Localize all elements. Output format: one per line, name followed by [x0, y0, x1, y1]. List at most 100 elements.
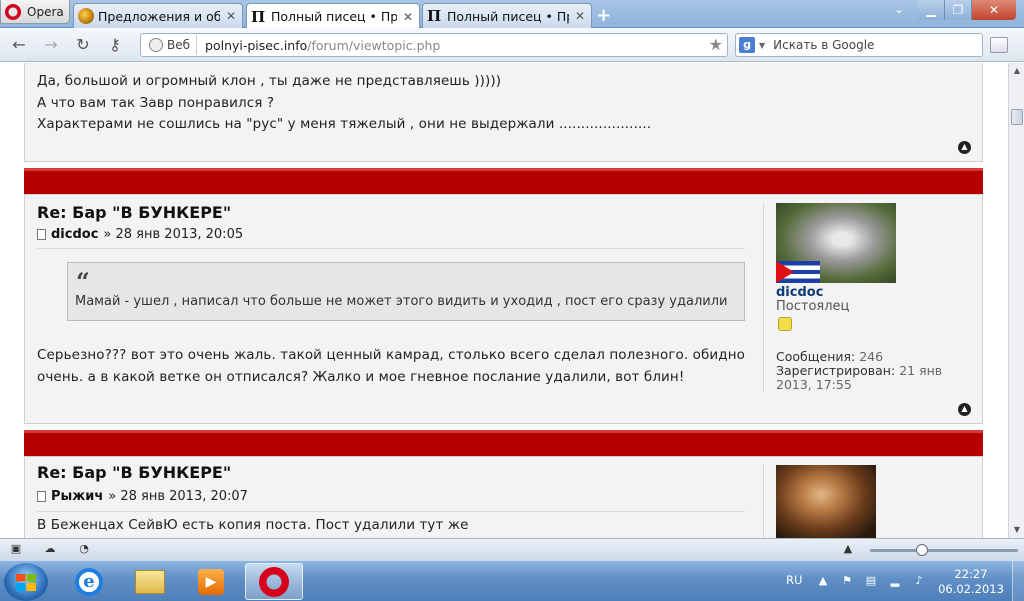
close-tab-icon[interactable]: ✕	[401, 10, 415, 24]
post-body: Да, большой и огромный клон , ты даже не…	[37, 71, 651, 136]
key-icon[interactable]: ⚷	[104, 35, 126, 55]
reload-icon[interactable]: ↻	[72, 35, 94, 55]
clock-date: 06.02.2013	[938, 582, 1004, 596]
quote-icon: “	[76, 267, 90, 296]
search-field[interactable]: g ▼ Искать в Google	[735, 33, 983, 57]
tray-expand-icon[interactable]: ▲	[816, 574, 830, 588]
profile-registered-cont: 2013, 17:55	[776, 378, 852, 392]
close-tab-icon[interactable]: ✕	[573, 9, 587, 23]
post-icon[interactable]	[37, 491, 46, 502]
start-button[interactable]	[4, 563, 48, 601]
post-body: В Беженцах СейвЮ есть копия поста. Пост …	[37, 515, 469, 537]
avatar[interactable]	[776, 203, 896, 283]
minimize-icon[interactable]: ▁	[918, 0, 945, 20]
maximize-icon[interactable]: ❐	[945, 0, 972, 20]
vertical-scrollbar[interactable]: ▲ ▼	[1008, 63, 1024, 538]
post-line: очень. а в какой ветке он отписался? Жал…	[37, 368, 685, 385]
show-desktop-button[interactable]	[1012, 561, 1024, 601]
opera-icon	[259, 566, 289, 597]
profile-rank: Постоялец	[776, 299, 850, 314]
speed-dial-icon[interactable]: ◔	[76, 542, 92, 556]
taskbar-explorer[interactable]	[121, 563, 179, 600]
rank-badge-icon	[778, 317, 792, 331]
close-window-icon[interactable]: ✕	[972, 0, 1016, 20]
taskbar-opera[interactable]	[245, 563, 303, 600]
panel-icon[interactable]: ▣	[8, 542, 24, 556]
scroll-thumb[interactable]	[1011, 109, 1023, 125]
author-profile	[763, 465, 973, 538]
windows-taskbar: e ▶ RU ▲ ⚑ ▤ ▂ ♪ 22:27 06.02.2013	[0, 560, 1024, 601]
scroll-down-icon[interactable]: ▼	[1009, 522, 1024, 538]
pisec-favicon-icon: П	[427, 7, 442, 25]
back-to-top-icon[interactable]: ▲	[958, 403, 971, 416]
post-title[interactable]: Re: Бар "В БУНКЕРЕ"	[37, 463, 231, 482]
registered-value: 21 янв	[899, 363, 943, 378]
post-date: » 28 янв 2013, 20:07	[108, 489, 248, 504]
registered-value-time: 2013, 17:55	[776, 377, 852, 392]
clock[interactable]: 22:27 06.02.2013	[938, 567, 1004, 597]
opera-menu-button[interactable]: Opera	[0, 0, 70, 24]
zoom-slider[interactable]	[870, 549, 1018, 552]
post-icon[interactable]	[37, 229, 46, 240]
opera-menu-label: Opera	[27, 4, 64, 19]
quote-text: Мамай - ушел , написал что больше не мож…	[75, 294, 728, 309]
tab-3[interactable]: П Полный писец • Прос... ✕	[422, 3, 592, 28]
bookmark-star-icon[interactable]: ★	[709, 35, 723, 54]
back-to-top-icon[interactable]: ▲	[958, 141, 971, 154]
cloud-icon[interactable]: ☁	[42, 542, 58, 556]
language-indicator[interactable]: RU	[786, 573, 802, 587]
post-body: Серьезно??? вот это очень жаль. такой це…	[37, 345, 745, 388]
forward-arrow-icon[interactable]: →	[40, 35, 62, 55]
tab-bar: Opera Предложения и обсу... ✕ П Полный п…	[0, 0, 1024, 29]
divider	[37, 511, 745, 512]
scroll-up-icon[interactable]: ▲	[1009, 63, 1024, 79]
tab-2-active[interactable]: П Полный писец • Прос... ✕	[246, 3, 420, 29]
device-icon[interactable]: ▤	[864, 574, 878, 588]
taskbar-ie[interactable]: e	[60, 563, 118, 600]
action-center-icon[interactable]: ⚑	[840, 574, 854, 588]
globe-icon	[149, 38, 163, 52]
avatar[interactable]	[776, 465, 876, 538]
new-tab-icon[interactable]: +	[596, 5, 611, 26]
author-profile: dicdoc Постоялец Сообщения: 246 Зарегист…	[763, 203, 973, 392]
post-title[interactable]: Re: Бар "В БУНКЕРЕ"	[37, 203, 231, 222]
internet-explorer-icon: e	[75, 567, 103, 596]
media-player-icon: ▶	[198, 568, 224, 595]
taskbar-media-player[interactable]: ▶	[182, 563, 240, 600]
post-author[interactable]: Рыжич	[51, 489, 103, 504]
tab-menu-chevron-icon[interactable]: ⌄	[894, 2, 904, 16]
url-path: /forum/viewtopic.php	[307, 37, 441, 53]
back-arrow-icon[interactable]: ←	[8, 35, 30, 55]
zoom-up-icon[interactable]: ▲	[840, 542, 856, 556]
web-mode-label: Веб	[167, 38, 191, 52]
zoom-slider-knob[interactable]	[916, 544, 928, 556]
post-line: А что вам так Завр понравился ?	[37, 94, 275, 111]
tab-1[interactable]: Предложения и обсу... ✕	[73, 3, 243, 28]
post-previous: Да, большой и огромный клон , ты даже не…	[24, 63, 983, 162]
post-author[interactable]: dicdoc	[51, 227, 98, 242]
network-icon[interactable]: ▂	[888, 574, 902, 588]
post-ryzhich: Re: Бар "В БУНКЕРЕ" Рыжич » 28 янв 2013,…	[24, 456, 983, 538]
close-tab-icon[interactable]: ✕	[224, 9, 238, 23]
profile-username[interactable]: dicdoc	[776, 285, 823, 300]
google-icon[interactable]: g	[739, 37, 755, 53]
window-controls: ▁ ❐ ✕	[918, 0, 1016, 20]
post-byline: dicdoc » 28 янв 2013, 20:05	[37, 227, 243, 242]
navigation-bar: ← → ↻ ⚷ Веб polnyi-pisec.info/forum/view…	[0, 28, 1024, 62]
opera-logo-icon	[5, 3, 21, 20]
tab-title: Полный писец • Прос...	[447, 8, 569, 24]
posts-value[interactable]: 246	[859, 349, 883, 364]
tab-title: Полный писец • Прос...	[271, 9, 397, 24]
post-line: Да, большой и огромный клон , ты даже не…	[37, 73, 502, 89]
panel-toggle-icon[interactable]	[990, 37, 1008, 53]
registered-label: Зарегистрирован:	[776, 363, 896, 378]
post-line: Серьезно??? вот это очень жаль. такой це…	[37, 347, 746, 363]
profile-posts: Сообщения: 246	[776, 350, 883, 364]
address-field[interactable]: Веб polnyi-pisec.info/forum/viewtopic.ph…	[140, 33, 728, 57]
post-line: В Беженцах СейвЮ есть копия поста. Пост …	[37, 517, 469, 533]
chevron-down-icon[interactable]: ▼	[759, 41, 765, 50]
page-content: Да, большой и огромный клон , ты даже не…	[0, 63, 1008, 538]
web-mode-badge[interactable]: Веб	[143, 35, 198, 55]
clock-time: 22:27	[954, 567, 988, 581]
volume-icon[interactable]: ♪	[912, 574, 926, 588]
